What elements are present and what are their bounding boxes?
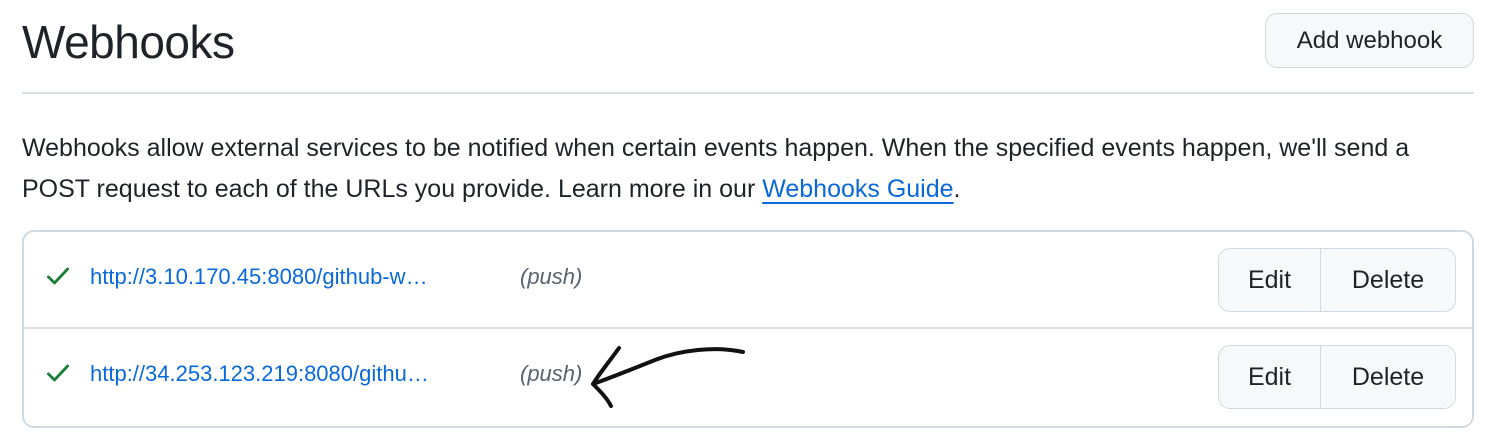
page-header: Webhooks Add webhook (22, 0, 1474, 94)
webhook-actions: Edit Delete (1218, 248, 1456, 312)
delete-button[interactable]: Delete (1321, 249, 1455, 311)
edit-button[interactable]: Edit (1219, 346, 1321, 408)
webhooks-description: Webhooks allow external services to be n… (22, 128, 1422, 210)
check-icon (46, 364, 70, 382)
webhooks-settings-page: Webhooks Add webhook Webhooks allow exte… (0, 0, 1488, 446)
description-suffix: . (953, 175, 961, 203)
webhook-url-link[interactable]: http://34.253.123.219:8080/githu… (90, 359, 429, 389)
add-webhook-button[interactable]: Add webhook (1265, 13, 1474, 68)
webhooks-guide-link[interactable]: Webhooks Guide (762, 175, 953, 203)
webhook-actions: Edit Delete (1218, 345, 1456, 409)
check-icon (46, 267, 70, 285)
delete-button[interactable]: Delete (1321, 346, 1455, 408)
webhook-events: (push) (520, 264, 583, 289)
page-title: Webhooks (22, 16, 235, 68)
hand-drawn-arrow-icon (591, 346, 745, 408)
description-text: Webhooks allow external services to be n… (22, 134, 1410, 203)
webhook-events: (push) (520, 361, 583, 386)
webhook-row: http://3.10.170.45:8080/github-w… (push)… (24, 232, 1472, 329)
webhook-url-link[interactable]: http://3.10.170.45:8080/github-w… (90, 262, 428, 292)
edit-button[interactable]: Edit (1219, 249, 1321, 311)
